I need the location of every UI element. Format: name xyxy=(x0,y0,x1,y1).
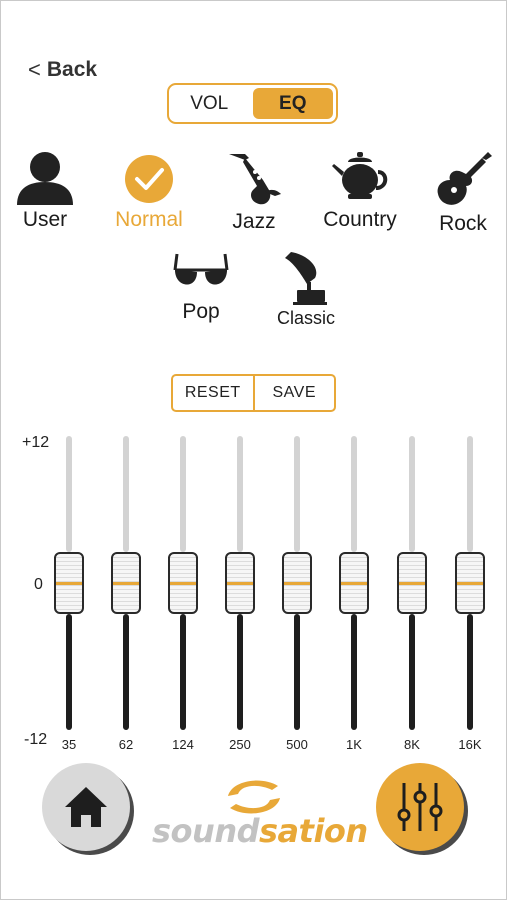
user-icon xyxy=(17,152,73,205)
slider-track-upper xyxy=(180,436,186,552)
scale-zero-label: 0 xyxy=(34,576,43,593)
slider-track-lower xyxy=(123,614,129,730)
band-frequency-label: 8K xyxy=(404,737,420,752)
electric-guitar-icon xyxy=(437,152,492,205)
sliders-icon xyxy=(397,783,443,831)
band-frequency-label: 35 xyxy=(61,737,77,752)
equalizer-button[interactable] xyxy=(376,763,464,851)
eq-slider-knob-124[interactable] xyxy=(168,552,198,614)
gramophone-icon xyxy=(285,252,327,305)
slider-track-lower xyxy=(467,614,473,730)
slider-track-lower xyxy=(180,614,186,730)
preset-classic-label: Classic xyxy=(276,308,335,328)
checkmark-icon xyxy=(125,155,173,203)
knob-center-line xyxy=(227,582,253,585)
eq-slider-knob-8k[interactable] xyxy=(397,552,427,614)
soundsation-logo: soundsation xyxy=(152,772,368,850)
slider-track-lower xyxy=(294,614,300,730)
slider-track-lower xyxy=(409,614,415,730)
slider-track-lower xyxy=(66,614,72,730)
slider-track-upper xyxy=(351,436,357,552)
slider-track-upper xyxy=(294,436,300,552)
save-button[interactable]: SAVE xyxy=(252,376,335,410)
preset-pop[interactable]: Pop xyxy=(170,248,232,324)
tab-eq[interactable]: EQ xyxy=(252,88,333,119)
eq-slider-knob-250[interactable] xyxy=(225,552,255,614)
preset-normal[interactable]: Normal xyxy=(114,152,184,232)
scale-min-label: -12 xyxy=(24,731,48,748)
preset-pop-label: Pop xyxy=(182,300,220,323)
preset-rock[interactable]: Rock xyxy=(432,150,494,236)
slider-track-upper xyxy=(123,436,129,552)
preset-rock-label: Rock xyxy=(439,212,487,235)
brand-part1: sound xyxy=(152,812,260,850)
preset-user[interactable]: User xyxy=(14,150,76,232)
slider-track-lower xyxy=(237,614,243,730)
preset-normal-label: Normal xyxy=(115,208,183,231)
slider-track-upper xyxy=(467,436,473,552)
sunglasses-icon xyxy=(173,253,229,285)
band-frequency-label: 62 xyxy=(118,737,134,752)
reset-save-group: RESET SAVE xyxy=(171,374,336,412)
back-label: Back xyxy=(46,58,98,81)
knob-center-line xyxy=(170,582,196,585)
preset-country[interactable]: Country xyxy=(323,150,397,232)
slider-track-upper xyxy=(237,436,243,552)
slider-track-lower xyxy=(351,614,357,730)
preset-jazz-label: Jazz xyxy=(232,210,276,233)
knob-center-line xyxy=(457,582,483,585)
knob-center-line xyxy=(56,582,82,585)
chevron-left-icon: < xyxy=(28,57,41,82)
home-icon xyxy=(65,787,107,827)
eq-slider-knob-500[interactable] xyxy=(282,552,312,614)
band-frequency-label: 1K xyxy=(346,737,362,752)
knob-center-line xyxy=(399,582,425,585)
band-frequency-label: 124 xyxy=(172,737,194,752)
eq-slider-knob-35[interactable] xyxy=(54,552,84,614)
eq-slider-knob-1k[interactable] xyxy=(339,552,369,614)
back-button[interactable]: < Back xyxy=(28,56,97,84)
home-button[interactable] xyxy=(42,763,130,851)
knob-center-line xyxy=(284,582,310,585)
preset-classic[interactable]: Classic xyxy=(272,248,340,329)
eq-slider-knob-62[interactable] xyxy=(111,552,141,614)
knob-center-line xyxy=(113,582,139,585)
mode-toggle: VOL EQ xyxy=(167,83,338,124)
saxophone-icon xyxy=(229,154,281,205)
reset-button[interactable]: RESET xyxy=(173,376,253,410)
slider-track-upper xyxy=(66,436,72,552)
slider-track-upper xyxy=(409,436,415,552)
brand-wordmark: soundsation xyxy=(152,812,368,850)
band-frequency-label: 500 xyxy=(286,737,308,752)
brand-part2: sation xyxy=(259,812,368,850)
preset-jazz[interactable]: Jazz xyxy=(222,150,286,234)
scale-max-label: +12 xyxy=(22,434,50,451)
knob-center-line xyxy=(341,582,367,585)
teapot-icon xyxy=(332,152,388,199)
eq-slider-knob-16k[interactable] xyxy=(455,552,485,614)
preset-country-label: Country xyxy=(323,208,397,231)
band-frequency-label: 250 xyxy=(229,737,251,752)
preset-user-label: User xyxy=(22,208,68,231)
tab-vol[interactable]: VOL xyxy=(169,85,250,122)
band-frequency-label: 16K xyxy=(458,737,482,752)
